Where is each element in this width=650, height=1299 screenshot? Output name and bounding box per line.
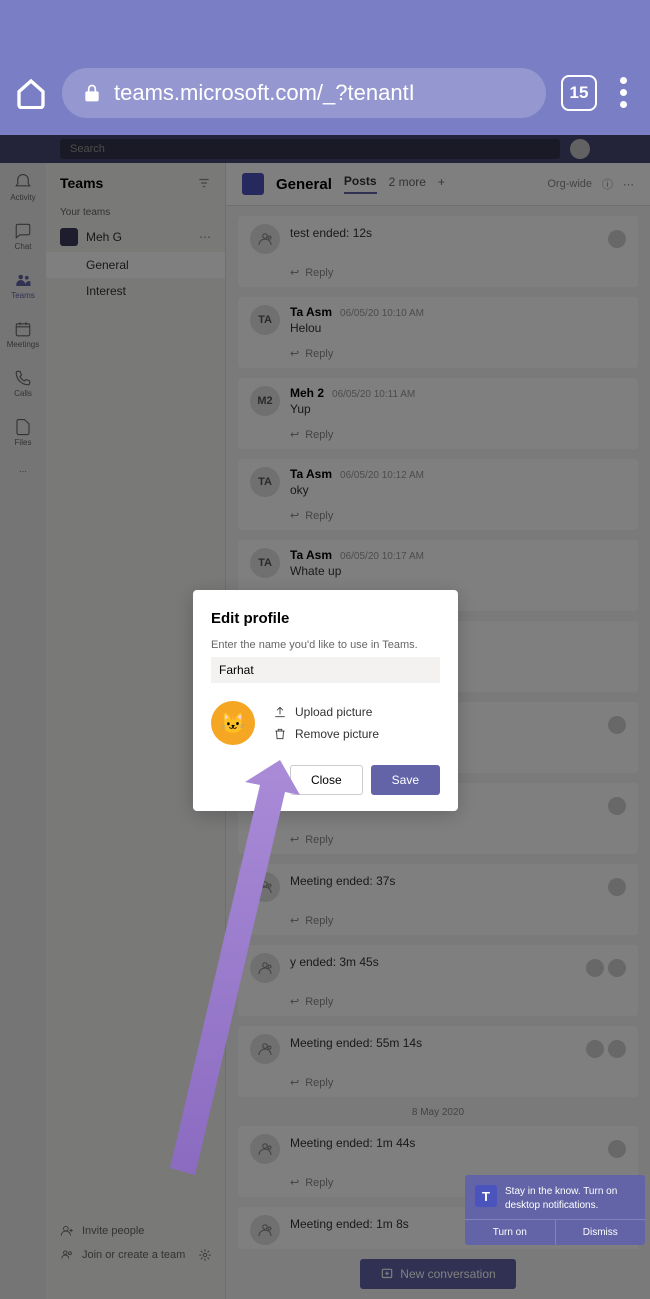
trash-icon [273,727,287,741]
modal-desc: Enter the name you'd like to use in Team… [211,639,440,651]
url-text: teams.microsoft.com/_?tenantI [114,80,415,106]
modal-title: Edit profile [211,610,440,627]
tab-count-button[interactable]: 15 [561,75,597,111]
upload-icon [273,705,287,719]
profile-avatar: 🐱 [211,701,255,745]
lock-icon [82,83,102,103]
upload-picture-button[interactable]: Upload picture [273,705,379,719]
save-button[interactable]: Save [371,765,440,795]
remove-picture-button[interactable]: Remove picture [273,727,379,741]
name-input[interactable] [211,657,440,683]
close-button[interactable]: Close [290,765,363,795]
home-icon[interactable] [15,77,47,109]
browser-menu-icon[interactable] [612,77,635,108]
browser-chrome: teams.microsoft.com/_?tenantI 15 [0,0,650,135]
dismiss-button[interactable]: Dismiss [556,1220,646,1245]
desktop-notification-toast: T Stay in the know. Turn on desktop noti… [465,1175,645,1245]
teams-logo-icon: T [475,1185,497,1207]
url-bar[interactable]: teams.microsoft.com/_?tenantI [62,68,546,118]
notification-text: Stay in the know. Turn on desktop notifi… [505,1185,635,1213]
edit-profile-modal: Edit profile Enter the name you'd like t… [193,590,458,811]
turn-on-button[interactable]: Turn on [465,1220,556,1245]
